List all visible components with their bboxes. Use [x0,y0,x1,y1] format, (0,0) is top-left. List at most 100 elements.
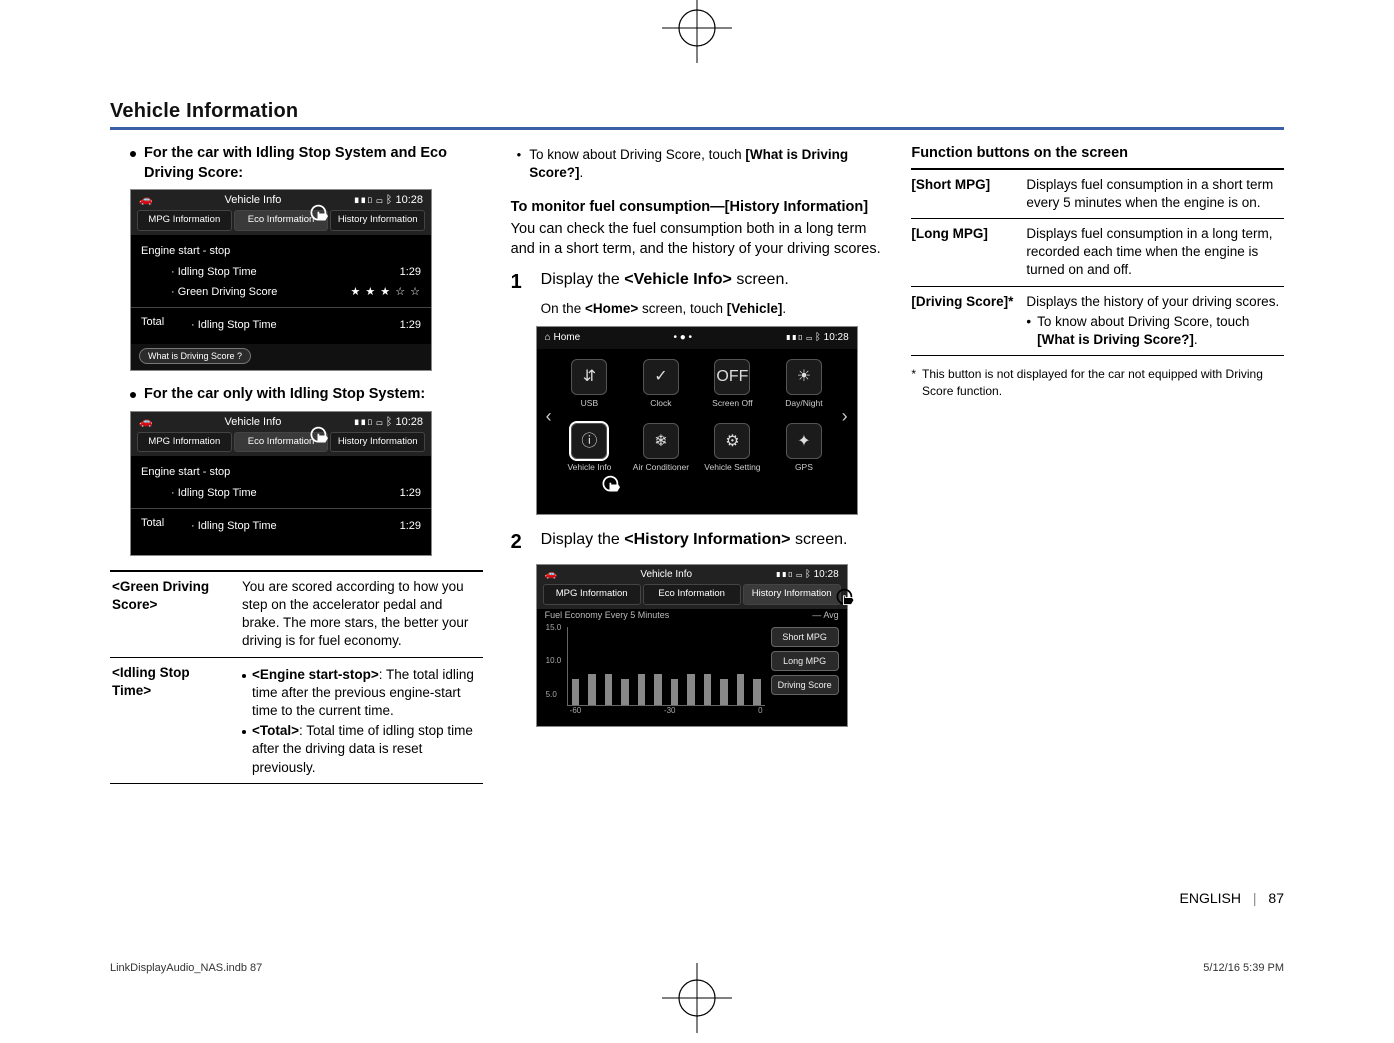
hist-bar [654,674,662,705]
column-middle: • To know about Driving Score, touch [Wh… [511,144,884,784]
hist-bar [720,679,728,705]
func-sub-a: To know about Driving Score, touch [1037,314,1249,329]
home-next-arrow[interactable]: › [837,404,853,428]
hist-bar [753,679,761,705]
tab-history-information[interactable]: History Information [330,432,425,453]
home-item-label: GPS [795,462,813,473]
func-sub-b: . [1194,332,1198,347]
home-icon: ⌂ [545,332,551,343]
value-total-idling-stop-time: 1:29 [400,318,421,333]
value-total-idling-stop-time: 1:29 [400,519,421,534]
battery-icon: ▭ [806,332,812,343]
bullet-eco-and-idling-text: For the car with Idling Stop System and … [144,144,483,183]
label-green-driving-score: · Green Driving Score [141,285,277,300]
usb-icon: ⇵ [571,359,607,395]
short-mpg-button[interactable]: Short MPG [771,627,839,647]
home-item-label: Clock [650,398,671,409]
vehicle-info-icon: ⓘ [571,423,607,459]
signal-icon: ▮▮▯ [775,569,793,580]
hist-bar [737,674,745,705]
page-footer: ENGLISH | 87 [110,890,1284,906]
footnote-text: This button is not displayed for the car… [922,366,1284,398]
bullet-dot-icon [242,730,246,734]
bullet-dot-icon [242,674,246,678]
driving-score-button[interactable]: Driving Score [771,675,839,695]
tab-eco-information[interactable]: Eco Information [234,210,329,231]
value-idling-stop-time: 1:29 [400,265,421,280]
label-idling-stop-time: · Idling Stop Time [141,486,257,501]
home-item-vehicle-info[interactable]: ⓘ Vehicle Info [557,419,623,477]
tab-eco-information[interactable]: Eco Information [643,584,741,605]
what-is-driving-score-button[interactable]: What is Driving Score ? [139,348,251,364]
home-item-usb[interactable]: ⇵ USB [557,355,623,413]
func-val: Displays fuel consumption in a long term… [1026,225,1284,280]
def-row-idling-stop-time: <Idling Stop Time> <Engine start-stop>: … [110,658,483,784]
bullet-dot-icon [130,392,136,398]
tap-hand-icon [307,425,335,453]
home-item-clock[interactable]: ✓Clock [628,355,694,413]
signal-icon: ▮▮▯ [353,416,373,428]
home-item-label: Vehicle Setting [704,462,760,473]
home-item-gps[interactable]: ✦GPS [771,419,837,477]
step-1: 1 Display the <Vehicle Info> screen. [511,269,884,296]
page-number: 87 [1268,890,1284,906]
tab-mpg-information[interactable]: MPG Information [543,584,641,605]
signal-icon: ▮▮▯ [785,332,803,343]
long-mpg-button[interactable]: Long MPG [771,651,839,671]
body-monitor-fuel: You can check the fuel consumption both … [511,220,884,259]
hist-bar [621,679,629,705]
home-item-screen-off[interactable]: OFFScreen Off [700,355,766,413]
tab-mpg-information[interactable]: MPG Information [137,432,232,453]
bullet-dot-icon [130,151,136,157]
step-1-text-a: Display the [541,271,625,288]
label-idling-stop-time: · Idling Stop Time [141,265,257,280]
footnote-mark: * [911,366,916,398]
def-term-idling-stop-time: <Idling Stop Time> [112,664,232,777]
registration-mark-top [657,0,737,68]
tab-eco-information-label: Eco Information [248,436,315,447]
hist-bar [687,674,695,705]
definitions-table: <Green Driving Score> You are scored acc… [110,570,483,784]
day-night-icon: ☀ [786,359,822,395]
home-item-vehicle-setting[interactable]: ⚙Vehicle Setting [700,419,766,477]
hist-chart: 15.0 10.0 5.0 -60 -30 0 [567,627,765,706]
step-2-text-a: Display the [541,531,625,548]
battery-icon: ▭ [796,569,802,580]
label-total-idling-stop-time: · Idling Stop Time [141,519,277,534]
func-row: [Long MPG]Displays fuel consumption in a… [911,219,1284,287]
tab-history-information[interactable]: History Information [330,210,425,231]
hist-ytick: 10.0 [546,656,562,667]
tab-history-information[interactable]: History Information [743,584,841,605]
tab-mpg-information[interactable]: MPG Information [137,210,232,231]
func-val-driving-score-text: Displays the history of your driving sco… [1026,293,1284,311]
def-sub-total-head: <Total> [252,723,299,738]
home-item-label: Vehicle Info [567,462,611,473]
home-prev-arrow[interactable]: ‹ [541,404,557,428]
def-body-green-driving-score: You are scored according to how you step… [242,578,481,651]
home-grid: ⇵ USB ✓ClockOFFScreen Off☀Day/Night ⓘ Vehicl… [557,355,837,478]
bullet-know-text-b: . [580,165,584,180]
func-sub-bold: [What is Driving Score?] [1037,332,1194,347]
bullet-idling-only: For the car only with Idling Stop System… [130,385,483,405]
label-engine-start-stop: Engine start - stop [141,465,230,480]
column-right: Function buttons on the screen [Short MP… [911,144,1284,784]
bullet-eco-and-idling: For the car with Idling Stop System and … [130,144,483,183]
imposition-footer: LinkDisplayAudio_NAS.indb 87 5/12/16 5:3… [110,962,1284,974]
step-1-sub-c: . [782,301,786,316]
step-1-sub-a: On the [541,301,585,316]
home-item-label: USB [581,398,598,409]
home-item-day-night[interactable]: ☀Day/Night [771,355,837,413]
hist-bar [638,674,646,705]
home-item-label: Air Conditioner [633,462,689,473]
bullet-dash-icon: • [1026,313,1031,349]
hist-bar [605,674,613,705]
tap-hand-icon-history [833,587,861,620]
home-item-air-conditioner[interactable]: ❄Air Conditioner [628,419,694,477]
tab-eco-information[interactable]: Eco Information [234,432,329,453]
func-val: Displays fuel consumption in a short ter… [1026,176,1284,212]
screen-off-icon: OFF [714,359,750,395]
bluetooth-icon: ᛒ [386,194,393,206]
step-1-sub: On the <Home> screen, touch [Vehicle]. [541,300,884,318]
screenshot-eco-information-no-score: 🚗 Vehicle Info ▮▮▯ ▭ ᛒ 10:28 MPG Informa… [130,411,432,556]
heading-monitor-fuel: To monitor fuel consumption—[History Inf… [511,198,884,218]
